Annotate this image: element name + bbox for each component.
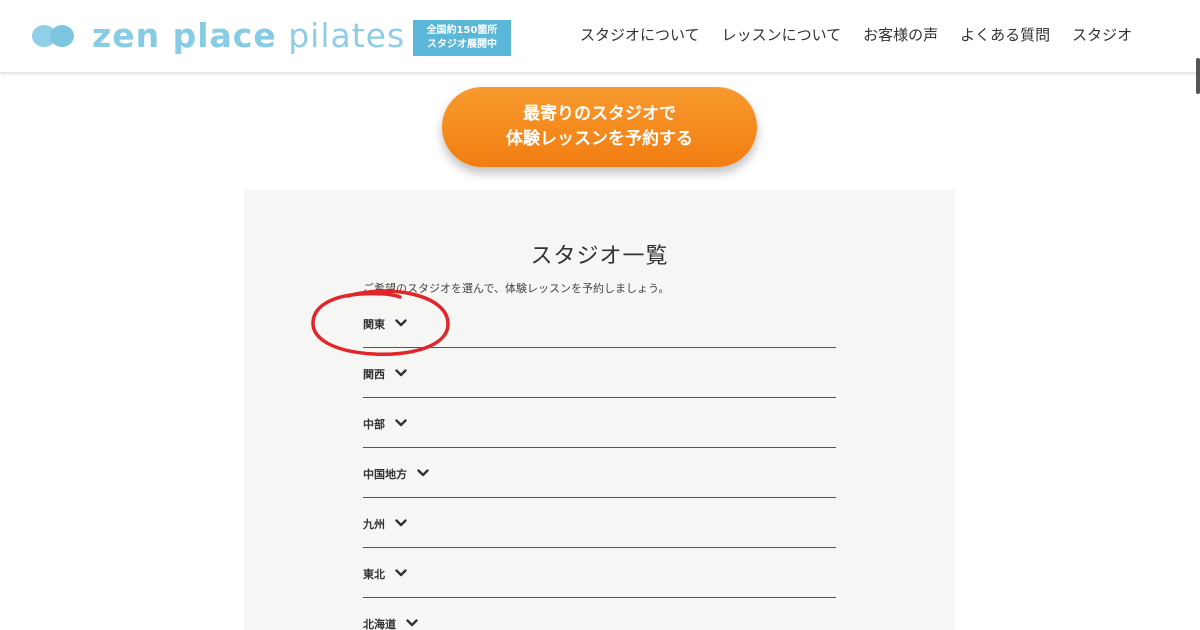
page: zen place pilates 全国約150箇所 スタジオ展開中 スタジオに… [0,0,1200,630]
badge-line-2: スタジオ展開中 [427,39,497,50]
logo-text: zen place pilates [92,16,405,56]
region-name: 東北 [363,568,385,581]
region-accordion-kanto[interactable]: 関東 [363,298,836,348]
region-label-kyushu: 九州 [363,516,409,532]
scrollbar-thumb[interactable] [1196,58,1200,94]
region-label-chubu: 中部 [363,416,409,432]
site-header: zen place pilates 全国約150箇所 スタジオ展開中 スタジオに… [0,0,1200,73]
cta-line-2: 体験レッスンを予約する [506,129,693,149]
region-accordion-tohoku[interactable]: 東北 [363,548,836,598]
region-name: 中部 [363,418,385,431]
badge-line-1: 全国約150箇所 [426,25,498,36]
nav-studios[interactable]: スタジオ [1072,24,1132,46]
logo-text-bold: zen place [92,16,277,55]
double-circle-logo-icon [32,24,76,48]
site-logo[interactable]: zen place pilates [32,16,405,56]
region-name: 関西 [363,368,385,381]
nav-about-lessons[interactable]: レッスンについて [722,24,842,46]
cta-line-1: 最寄りのスタジオで [523,104,676,124]
logo-text-light: pilates [276,16,406,55]
region-label-kansai: 関西 [363,366,409,382]
book-trial-lesson-button[interactable]: 最寄りのスタジオで 体験レッスンを予約する [442,87,757,167]
studio-list-description: ご希望のスタジオを選んで、体験レッスンを予約しましょう。 [363,282,670,295]
chevron-down-icon [395,519,409,529]
studio-list-panel: スタジオ一覧 ご希望のスタジオを選んで、体験レッスンを予約しましょう。 関東 関… [244,190,955,630]
chevron-down-icon [395,369,409,379]
region-name: 九州 [363,518,385,531]
region-accordion-kansai[interactable]: 関西 [363,348,836,398]
region-label-kanto: 関東 [363,316,409,332]
region-accordion-hokkaido[interactable]: 北海道 [363,598,836,630]
studio-list-title: スタジオ一覧 [530,244,669,269]
region-name: 中国地方 [363,468,407,481]
chevron-down-icon [406,619,420,629]
nav-testimonials[interactable]: お客様の声 [863,24,938,46]
chevron-down-icon [395,569,409,579]
region-accordion-kyushu[interactable]: 九州 [363,498,836,548]
chevron-down-icon [395,319,409,329]
region-label-hokkaido: 北海道 [363,616,420,630]
nav-about-studio[interactable]: スタジオについて [580,24,700,46]
region-accordion-chubu[interactable]: 中部 [363,398,836,448]
region-label-tohoku: 東北 [363,566,409,582]
chevron-down-icon [395,419,409,429]
nav-faq[interactable]: よくある質問 [960,24,1050,46]
region-name: 関東 [363,318,385,331]
region-accordion-chugoku[interactable]: 中国地方 [363,448,836,498]
main-nav: スタジオについて レッスンについて お客様の声 よくある質問 スタジオ [580,24,1154,46]
chevron-down-icon [417,469,431,479]
region-name: 北海道 [363,618,396,630]
studio-count-badge: 全国約150箇所 スタジオ展開中 [413,20,511,56]
region-label-chugoku: 中国地方 [363,466,431,482]
